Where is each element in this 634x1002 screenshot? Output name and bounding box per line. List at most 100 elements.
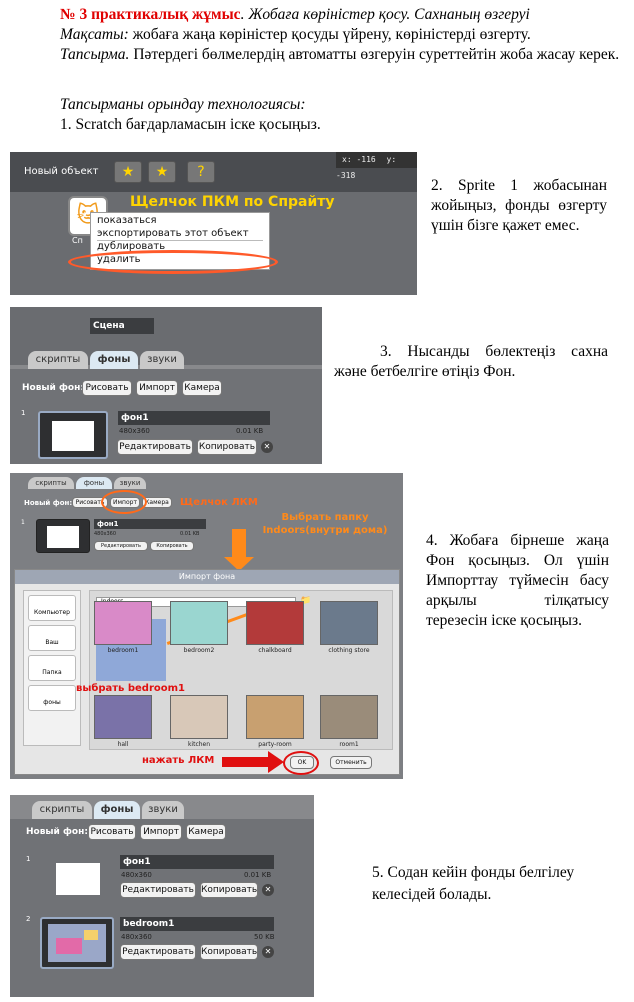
bg-kb: 0.01 KB [180, 531, 200, 537]
new-bg-label: Новый фон: [26, 827, 88, 837]
paint-button[interactable]: Рисовать [88, 824, 136, 840]
delete-icon-1[interactable]: ✕ [262, 884, 274, 896]
practical-work-title: № 3 практикалық жұмыс [60, 6, 241, 23]
bed-shape [56, 938, 82, 954]
delete-highlight-ellipse [68, 250, 278, 274]
screenshot-stage-backgrounds: Сцена скрипты фоны звуки Новый фон: Рисо… [10, 307, 322, 464]
menu-item-export[interactable]: экспортировать этот объект [97, 228, 263, 241]
copy-button[interactable]: Копировать [150, 541, 194, 551]
annotation-folder: Выбрать папку Indoors(внутри дома) [262, 512, 388, 536]
down-arrow-shaft-icon [232, 529, 246, 559]
bg-thumbnail-2[interactable] [40, 917, 114, 969]
right-arrow-head-icon [268, 751, 284, 773]
file-label: room1 [339, 741, 359, 748]
tab-scripts[interactable]: скрипты [28, 351, 88, 369]
new-object-label: Новый объект [24, 166, 99, 177]
title-rest: . Жобаға көріністер қосу. Сахнаның өзгер… [240, 6, 530, 23]
cancel-button[interactable]: Отменить [330, 756, 372, 769]
bg-name-field[interactable]: фон1 [118, 411, 270, 425]
tab-scripts[interactable]: скрипты [32, 801, 92, 819]
bg-thumbnail-1[interactable] [46, 857, 112, 903]
annotation-click: Щелчок ЛКМ [180, 497, 258, 508]
item-number: 1 [21, 519, 25, 526]
aim-label: Мақсаты: [60, 26, 129, 43]
item-number-2: 2 [26, 915, 31, 923]
file-thumb-hall[interactable] [94, 695, 152, 739]
copy-button[interactable]: Копировать [197, 439, 257, 455]
edit-button[interactable]: Редактировать [117, 439, 193, 455]
task-label: Тапсырма. [60, 46, 130, 63]
ok-button[interactable]: OK [290, 756, 314, 769]
camera-button[interactable]: Камера [186, 824, 226, 840]
copy-button-1[interactable]: Копировать [200, 882, 258, 898]
copy-button-2[interactable]: Копировать [200, 944, 258, 960]
bg-kb-2: 50 KB [254, 933, 275, 941]
task-text: Пәтердегі бөлмелердің автоматты өзгеруін… [129, 46, 620, 63]
file-thumb-bedroom1[interactable] [94, 601, 152, 645]
step-1-text: 1. Scratch бағдарламасын іске қосыңыз. [60, 116, 321, 133]
x-coord: x: -116 [342, 155, 376, 164]
bg-thumbnail[interactable] [38, 411, 108, 459]
file-thumb-room1[interactable] [320, 695, 378, 739]
delete-icon[interactable]: ✕ [261, 441, 273, 453]
tab-sounds[interactable]: звуки [140, 351, 184, 369]
tab-backgrounds[interactable]: фоны [76, 477, 112, 489]
tab-scripts[interactable]: скрипты [28, 477, 74, 489]
edit-button-2[interactable]: Редактировать [120, 944, 196, 960]
paint-button[interactable]: Рисовать [82, 380, 132, 396]
bg-size: 480x360 [119, 427, 150, 435]
camera-button[interactable]: Камера [182, 380, 222, 396]
bg-name-field-2[interactable]: bedroom1 [120, 917, 274, 931]
sidebar-yours[interactable]: Ваш [28, 625, 76, 651]
task-paragraph: Тапсырма. Пәтердегі бөлмелердің автоматт… [14, 45, 620, 65]
annotation-rmb-sprite: Щелчок ПКМ по Спрайту [130, 194, 335, 210]
stage-name-field[interactable]: Сцена [90, 318, 154, 334]
paint-sprite-icon[interactable]: ★ [114, 161, 142, 183]
sidebar-folder[interactable]: Папка [28, 655, 76, 681]
import-highlight-ellipse [101, 490, 147, 514]
file-thumb-kitchen[interactable] [170, 695, 228, 739]
tab-backgrounds[interactable]: фоны [94, 801, 140, 819]
file-label: bedroom2 [183, 647, 215, 654]
step-5-text: 5. Содан кейін фонды белгілеу келесідей … [372, 864, 575, 903]
tab-sounds[interactable]: звуки [114, 477, 146, 489]
edit-button-1[interactable]: Редактировать [120, 882, 196, 898]
file-label: hall [117, 741, 129, 748]
file-thumb-chalkboard[interactable] [246, 601, 304, 645]
import-button[interactable]: Импорт [140, 824, 182, 840]
aim-text: жобаға жаңа көріністер қосуды үйрену, кө… [128, 26, 531, 43]
bg-thumbnail[interactable] [36, 519, 90, 553]
item-number-1: 1 [26, 855, 31, 863]
step-4-text: 4. Жобаға бірнеше жаңа Фон қосыңыз. Ол ү… [426, 532, 609, 629]
menu-item-show[interactable]: показаться [97, 215, 263, 228]
file-thumb-party-room[interactable] [246, 695, 304, 739]
white-bg-preview [56, 863, 100, 895]
folder-star-icon[interactable]: ★ [148, 161, 176, 183]
bg-size-1: 480x360 [121, 871, 152, 879]
bg-size: 480x360 [94, 531, 117, 537]
file-thumb-bedroom2[interactable] [170, 601, 228, 645]
tab-backgrounds[interactable]: фоны [90, 351, 138, 369]
bg-kb-1: 0.01 KB [244, 871, 272, 879]
tab-sounds[interactable]: звуки [142, 801, 184, 819]
file-label: clothing store [328, 647, 370, 654]
bg-size-2: 480x360 [121, 933, 152, 941]
bg-kb: 0.01 KB [236, 427, 264, 435]
file-thumb-clothing-store[interactable] [320, 601, 378, 645]
dialog-sidebar: Компьютер Ваш Папка фоны [23, 590, 81, 746]
step-3-text: 3. Нысанды бөлектеңіз сахна және бетбелг… [334, 343, 608, 380]
edit-button[interactable]: Редактировать [94, 541, 148, 551]
bg-name-field-1[interactable]: фон1 [120, 855, 274, 869]
sidebar-computer[interactable]: Компьютер [28, 595, 76, 621]
file-label: kitchen [187, 741, 211, 748]
delete-icon-2[interactable]: ✕ [262, 946, 274, 958]
sidebar-backgrounds[interactable]: фоны [28, 685, 76, 711]
technology-label: Тапсырманы орындау технологиясы: [60, 96, 306, 113]
random-sprite-icon[interactable]: ? [187, 161, 215, 183]
file-label: chalkboard [258, 647, 292, 654]
screenshot-import-dialog: скрипты фоны звуки Новый фон: Рисовать И… [10, 473, 403, 779]
annotation-bedroom: выбрать bedroom1 [76, 683, 186, 694]
bg-name-field[interactable]: фон1 [94, 519, 206, 529]
file-label: bedroom1 [107, 647, 139, 654]
import-button[interactable]: Импорт [136, 380, 178, 396]
